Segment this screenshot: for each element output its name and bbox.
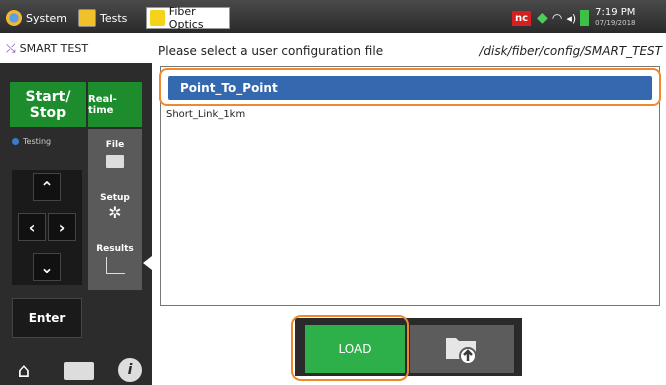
realtime-label: Real-time xyxy=(88,93,117,116)
setup-label: Setup xyxy=(100,193,130,203)
status-area: nc ◆ ◠ ◂) 7:19 PM 07/19/2018 xyxy=(512,7,662,29)
file-button[interactable]: File xyxy=(88,140,142,168)
tab-tests-label: Tests xyxy=(100,11,128,25)
setup-button[interactable]: Setup ✲ xyxy=(88,193,142,221)
highlight-box xyxy=(291,315,409,381)
keyboard-icon[interactable] xyxy=(64,362,94,380)
battery-icon[interactable] xyxy=(580,10,590,26)
wifi-icon[interactable]: ◠ xyxy=(552,11,562,25)
start-stop-label-2: Stop xyxy=(29,104,67,121)
gear-icon: ✲ xyxy=(108,203,122,222)
home-icon[interactable]: ⌂ xyxy=(12,358,36,382)
nav-down-button[interactable]: ⌄ xyxy=(33,253,61,281)
selection-pointer xyxy=(143,256,152,270)
clock-time: 7:19 PM xyxy=(595,7,636,18)
status-dot-icon xyxy=(12,138,19,145)
network-icon[interactable]: ◆ xyxy=(537,10,548,26)
results-button[interactable]: Results xyxy=(88,244,142,274)
info-icon[interactable]: i xyxy=(118,358,142,382)
tab-system-label: System xyxy=(26,11,68,25)
nav-right-button[interactable]: › xyxy=(48,213,76,241)
tab-fiber-optics-label: Fiber Optics xyxy=(168,5,204,31)
enter-button[interactable]: Enter xyxy=(12,298,82,338)
speaker-icon[interactable]: ◂) xyxy=(566,12,576,25)
start-stop-button[interactable]: Start/ Stop xyxy=(10,82,86,127)
config-path: /disk/fiber/config/SMART_TEST xyxy=(479,44,662,58)
smart-test-icon: ⤯ xyxy=(6,40,16,55)
file-label: File xyxy=(105,140,125,150)
start-stop-label-1: Start/ xyxy=(25,88,71,105)
smart-test-title: SMART TEST xyxy=(19,41,89,55)
folder-upload-button[interactable] xyxy=(410,325,514,373)
tab-tests[interactable]: Tests xyxy=(78,6,127,30)
testing-indicator: Testing xyxy=(12,137,51,146)
smart-test-header: ⤯ SMART TEST xyxy=(0,33,152,63)
graph-icon xyxy=(105,257,125,274)
testing-label: Testing xyxy=(23,137,52,146)
fiber-optics-icon xyxy=(150,10,165,26)
tests-icon xyxy=(78,9,96,27)
file-item[interactable]: Short_Link_1km xyxy=(166,109,245,120)
nav-up-button[interactable]: ⌃ xyxy=(33,173,61,201)
gear-icon xyxy=(6,10,22,26)
clock: 7:19 PM 07/19/2018 xyxy=(595,7,635,29)
highlight-box xyxy=(159,68,661,106)
folder-upload-icon xyxy=(446,338,477,365)
results-label: Results xyxy=(96,244,134,254)
enter-label: Enter xyxy=(28,311,66,325)
tab-fiber-optics[interactable]: Fiber Optics xyxy=(146,5,230,31)
nc-badge[interactable]: nc xyxy=(512,10,532,26)
tab-system[interactable]: System xyxy=(6,6,67,30)
prompt-text: Please select a user configuration file xyxy=(158,44,384,58)
folder-icon xyxy=(106,155,124,168)
realtime-button[interactable]: Real-time xyxy=(88,82,142,127)
nav-left-button[interactable]: ‹ xyxy=(18,213,46,241)
clock-date: 07/19/2018 xyxy=(595,19,636,27)
